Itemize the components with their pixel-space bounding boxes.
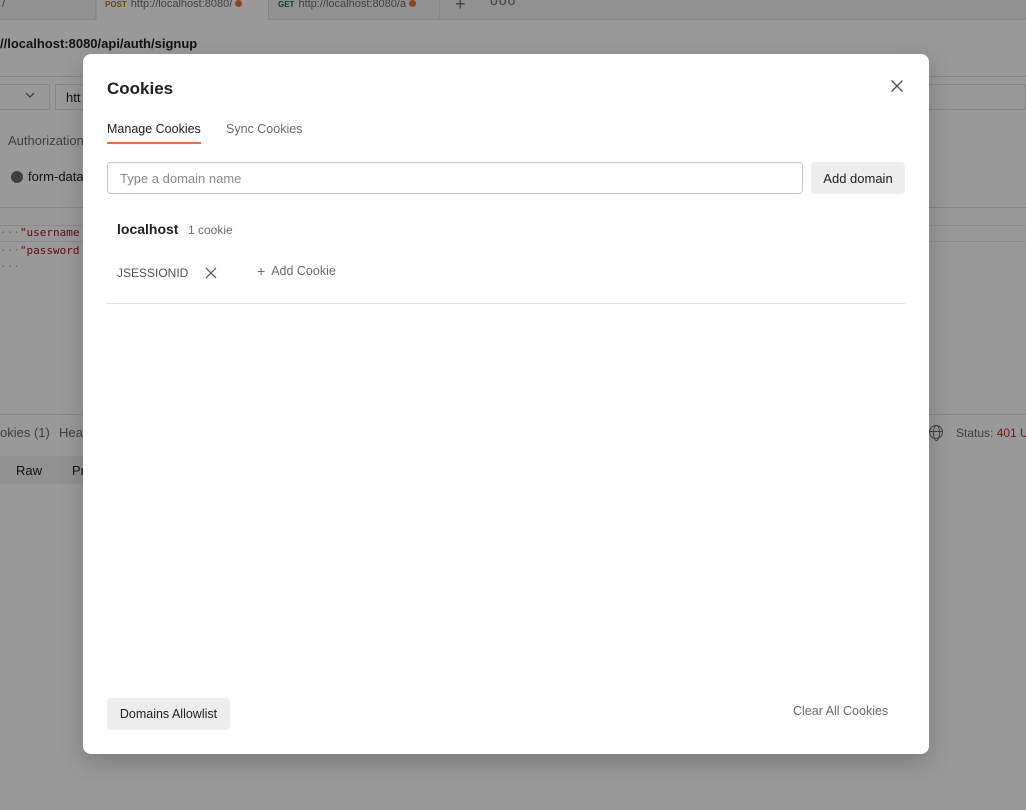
plus-icon: +: [257, 263, 266, 279]
domain-name: localhost: [117, 221, 179, 237]
add-cookie-label: Add Cookie: [271, 264, 336, 278]
add-cookie-button[interactable]: + Add Cookie: [257, 264, 336, 278]
domain-name-input[interactable]: [107, 162, 803, 194]
tab-sync-cookies[interactable]: Sync Cookies: [226, 122, 302, 142]
close-icon: [891, 80, 903, 92]
clear-all-cookies-button[interactable]: Clear All Cookies: [793, 704, 888, 718]
remove-cookie-icon: [205, 267, 217, 279]
modal-title: Cookies: [107, 79, 174, 98]
domains-allowlist-button[interactable]: Domains Allowlist: [107, 698, 230, 730]
cookie-count: 1 cookie: [188, 223, 233, 237]
add-domain-button[interactable]: Add domain: [811, 162, 905, 194]
cookies-modal: Cookies Manage Cookies Sync Cookies Add …: [83, 54, 929, 754]
cookie-name-link[interactable]: JSESSIONID: [117, 266, 188, 280]
cookie-chip: JSESSIONID: [117, 262, 218, 284]
close-button[interactable]: [887, 76, 907, 96]
divider: [107, 303, 905, 304]
remove-cookie-button[interactable]: [204, 266, 218, 280]
tab-manage-cookies[interactable]: Manage Cookies: [107, 122, 201, 144]
